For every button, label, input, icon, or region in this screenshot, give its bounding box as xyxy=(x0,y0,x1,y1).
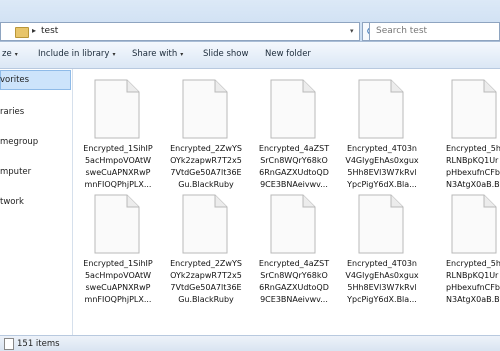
item-count: 151 items xyxy=(17,339,60,349)
file-name: Encrypted_4T03n V4GlygEhAs0xgux 5Hh8EVl3W7… xyxy=(345,144,419,189)
share-with-button[interactable]: Share with ▾ xyxy=(132,49,183,59)
include-in-library-button[interactable]: Include in library ▾ xyxy=(38,49,115,59)
file-name: Encrypted_2ZwYS OYk2zapwR7T2x5 7VtdGe50A7l… xyxy=(170,259,242,304)
address-dropdown-icon[interactable]: ▾ xyxy=(350,27,354,35)
nav-item-favorites[interactable]: vorites xyxy=(0,75,29,85)
nav-item-homegroup[interactable]: megroup xyxy=(0,137,38,147)
document-icon xyxy=(358,79,404,139)
address-bar[interactable]: ▸ test ▾ xyxy=(0,22,360,41)
file-name: Encrypted_4aZST SrCn8WQrY68kO 6RnGAZXUdtoQ… xyxy=(258,144,330,189)
chevron-down-icon: ▾ xyxy=(180,51,184,58)
nav-item-network[interactable]: twork xyxy=(0,197,24,207)
document-icon xyxy=(94,79,140,139)
document-icon xyxy=(451,79,497,139)
document-icon xyxy=(182,79,228,139)
address-bar-area: ▸ test ▾ ⟳ Search test xyxy=(0,0,500,42)
command-bar: ze ▾ Include in library ▾ Share with ▾ Slid… xyxy=(0,42,500,69)
chevron-down-icon: ▾ xyxy=(14,51,18,58)
breadcrumb-test[interactable]: test xyxy=(41,26,58,36)
new-folder-button[interactable]: New folder xyxy=(265,49,311,59)
document-icon xyxy=(94,194,140,254)
nav-item-computer[interactable]: mputer xyxy=(0,167,31,177)
nav-item-libraries[interactable]: raries xyxy=(0,107,24,117)
file-name: Encrypted_4T03n V4GlygEhAs0xgux 5Hh8EVl3W7… xyxy=(345,259,419,304)
status-bar: 151 items xyxy=(0,335,500,351)
file-name: Encrypted_5h RLNBpKQ1Ur pHbexufnCFb N3AtgX0… xyxy=(446,259,500,304)
breadcrumb-separator-icon[interactable]: ▸ xyxy=(32,26,36,35)
slide-show-button[interactable]: Slide show xyxy=(203,49,248,59)
file-name: Encrypted_1SihIP 5acHmpoVOAtW sweCuAPNXRwP… xyxy=(83,259,153,304)
file-name: Encrypted_5h RLNBpKQ1Ur pHbexufnCFb N3AtgX0… xyxy=(446,144,500,189)
document-icon xyxy=(182,194,228,254)
document-icon xyxy=(270,194,316,254)
search-input[interactable]: Search test xyxy=(369,22,500,41)
file-name: Encrypted_1SihIP 5acHmpoVOAtW sweCuAPNXRwP… xyxy=(83,144,153,189)
items-icon xyxy=(4,338,14,350)
folder-icon xyxy=(15,27,29,38)
file-name: Encrypted_2ZwYS OYk2zapwR7T2x5 7VtdGe50A7l… xyxy=(170,144,242,189)
file-list: Encrypted_1SihIP 5acHmpoVOAtW sweCuAPNXRwP… xyxy=(73,69,500,337)
file-name: Encrypted_4aZST SrCn8WQrY68kO 6RnGAZXUdtoQ… xyxy=(258,259,330,304)
organize-button[interactable]: ze ▾ xyxy=(2,49,18,59)
document-icon xyxy=(451,194,497,254)
document-icon xyxy=(358,194,404,254)
chevron-down-icon: ▾ xyxy=(112,51,116,58)
document-icon xyxy=(270,79,316,139)
